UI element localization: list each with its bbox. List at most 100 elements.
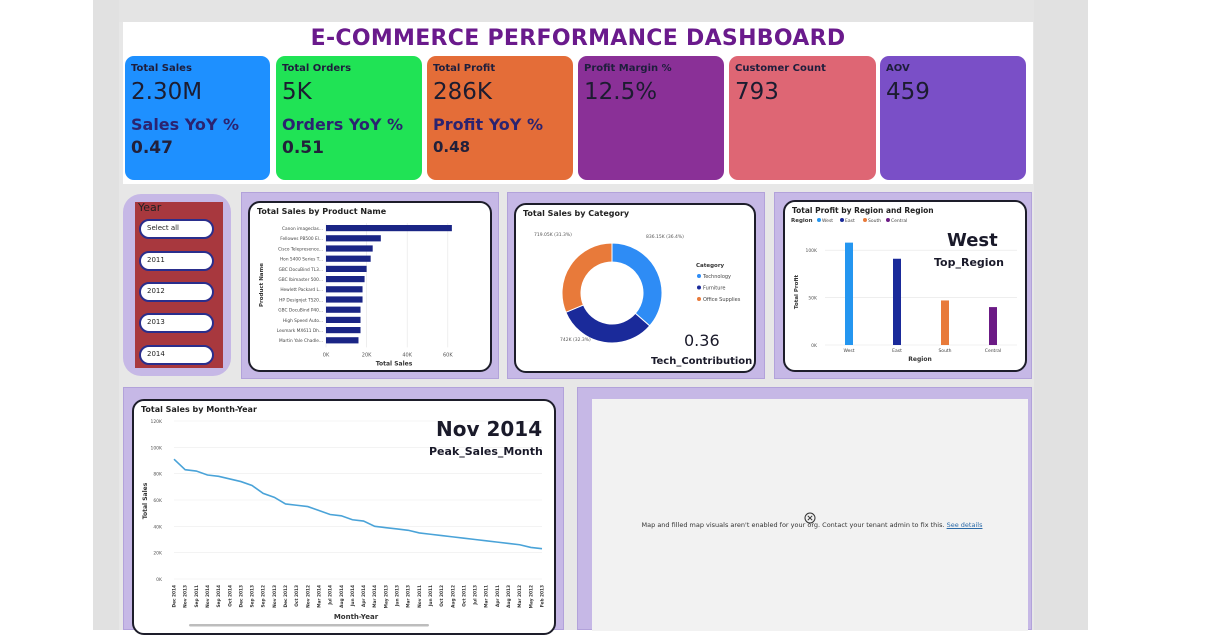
map-placeholder[interactable]: Map and filled map visuals aren't enable…	[592, 399, 1028, 631]
left-frame	[93, 0, 119, 630]
month-panel: Total Sales by Month-Year 0K 20K 40K 60K 80K…	[123, 387, 564, 635]
x-tick-label: Apr 2011	[495, 585, 501, 607]
kpi-label: Total Sales	[131, 63, 192, 74]
kpi-sub-label: Profit YoY %	[433, 115, 543, 134]
kpi-sub-value: 0.51	[282, 138, 324, 158]
product-chart-card[interactable]: Total Sales by Product Name 0K 20K 40K 60K C…	[248, 201, 492, 372]
kpi-label: AOV	[886, 63, 910, 74]
x-tick-label: Oct 2011	[461, 585, 467, 607]
bar	[326, 337, 359, 344]
kpi-customer-count[interactable]: Customer Count 793	[729, 56, 876, 180]
x-tick-label: Mar 2014	[316, 585, 322, 608]
category-label: HP Designjet T520...	[279, 297, 323, 303]
map-message-line: Map and filled map visuals aren't enable…	[592, 521, 1032, 529]
dashboard-title: E-COMMERCE PERFORMANCE DASHBOARD	[310, 25, 846, 51]
x-tick-label: May 2012	[528, 585, 534, 608]
category-label: GBC DocuBind P40...	[278, 308, 323, 314]
category-chart-card[interactable]: Total Sales by Category 836.15K (36.4%) 7…	[514, 203, 756, 373]
y-axis-title: Product Name	[259, 263, 265, 307]
kpi-row: Total Sales 2.30M Sales YoY % 0.47 Total…	[123, 54, 1033, 184]
kpi-total-profit[interactable]: Total Profit 286K Profit YoY % 0.48	[427, 56, 573, 180]
bar	[845, 242, 853, 345]
legend-label: Technology	[702, 274, 731, 280]
kpi-label: Customer Count	[735, 63, 826, 74]
see-details-link[interactable]: See details	[947, 521, 983, 529]
x-tick-label: Sep 2013	[250, 585, 256, 608]
product-bar-chart: 0K 20K 40K 60K Canon imageclas... Fellowes PB…	[259, 223, 453, 367]
x-tick-label: Jun 2011	[428, 585, 434, 607]
category-label: Martin Yale Chadle...	[279, 338, 323, 344]
legend-title: Category	[696, 263, 725, 269]
category-panel: Total Sales by Category 836.15K (36.4%) 7…	[507, 192, 765, 379]
tech-contribution-value: 0.36	[684, 331, 720, 350]
canvas-top-strip	[119, 0, 1034, 22]
horizontal-scrollbar	[189, 624, 429, 627]
legend-marker	[863, 218, 867, 222]
x-tick-label: Mar 2011	[484, 585, 490, 608]
slicer-item-2013[interactable]: 2013	[139, 313, 214, 333]
x-tick-label: Sep 2014	[216, 585, 222, 608]
x-tick-label: West	[843, 348, 854, 354]
kpi-value: 459	[886, 79, 930, 105]
legend-label: West	[822, 218, 833, 224]
y-axis-title: Total Sales	[142, 482, 149, 519]
x-tick-label: Central	[985, 348, 1001, 354]
x-tick-label: 0K	[323, 352, 330, 358]
legend-label: Central	[891, 218, 907, 224]
slicer-item-2014[interactable]: 2014	[139, 345, 214, 365]
kpi-aov[interactable]: AOV 459	[880, 56, 1026, 180]
legend-marker	[697, 285, 701, 290]
kpi-value: 12.5%	[584, 79, 658, 105]
x-tick-label: Sep 2012	[261, 585, 267, 608]
slice-data-label: 836.15K (36.4%)	[646, 234, 684, 240]
report-canvas: E-COMMERCE PERFORMANCE DASHBOARD Total S…	[119, 0, 1034, 635]
bar	[326, 255, 371, 262]
y-tick-label: 50K	[808, 296, 818, 302]
bar	[326, 265, 367, 272]
category-label: Canon imageclas...	[282, 226, 323, 232]
month-chart-card[interactable]: Total Sales by Month-Year 0K 20K 40K 60K 80K…	[132, 399, 556, 635]
x-tick-label: May 2013	[383, 585, 389, 608]
region-chart-card[interactable]: Total Profit by Region and Region 0K 50K 1…	[783, 200, 1027, 372]
legend-marker	[886, 218, 890, 222]
region-bar-chart: 0K 50K 100K Region West East South Central West E…	[791, 218, 1017, 363]
slicer-item-2012[interactable]: 2012	[139, 282, 214, 302]
bar	[941, 300, 949, 345]
legend-label: Furniture	[703, 286, 725, 292]
donut-slice	[611, 242, 663, 327]
slice-data-label: 719.05K (31.3%)	[534, 232, 572, 238]
x-tick-label: Aug 2014	[339, 585, 345, 608]
x-tick-label: Dec 2012	[283, 585, 289, 607]
legend-marker	[840, 218, 844, 222]
category-label: High Speed Auto...	[283, 318, 323, 324]
kpi-total-orders[interactable]: Total Orders 5K Orders YoY % 0.51	[276, 56, 422, 180]
peak-month-label: Peak_Sales_Month	[429, 445, 543, 458]
bar	[326, 286, 363, 293]
x-tick-label: Oct 2014	[227, 585, 233, 607]
y-tick-label: 100K	[150, 445, 163, 451]
top-region-value: West	[947, 230, 998, 251]
x-tick-label: Jul 2013	[473, 585, 479, 606]
kpi-value: 286K	[433, 79, 492, 105]
map-message: Map and filled map visuals aren't enable…	[641, 521, 945, 529]
bar	[326, 235, 381, 242]
kpi-label: Profit Margin %	[584, 63, 672, 74]
category-label: Fellowes PB500 El...	[280, 236, 323, 242]
x-tick-label: 40K	[402, 352, 412, 358]
slicer-item-2011[interactable]: 2011	[139, 251, 214, 271]
x-tick-label: Nov 2014	[205, 585, 211, 608]
x-tick-label: Nov 2013	[183, 585, 189, 608]
kpi-label: Total Orders	[282, 63, 352, 74]
kpi-sub-value: 0.47	[131, 138, 173, 158]
x-tick-label: Apr 2014	[361, 585, 367, 607]
bar	[326, 296, 363, 303]
kpi-profit-margin[interactable]: Profit Margin % 12.5%	[578, 56, 724, 180]
category-label: Hewlett Packard L...	[280, 287, 323, 293]
legend-label: East	[845, 218, 855, 224]
kpi-total-sales[interactable]: Total Sales 2.30M Sales YoY % 0.47	[125, 56, 270, 180]
slicer-item-select-all[interactable]: Select all	[139, 219, 214, 239]
x-tick-label: Aug 2013	[506, 585, 512, 608]
legend-label: South	[868, 218, 881, 224]
x-tick-label: 60K	[443, 352, 453, 358]
x-tick-label: Oct 2012	[439, 585, 445, 607]
